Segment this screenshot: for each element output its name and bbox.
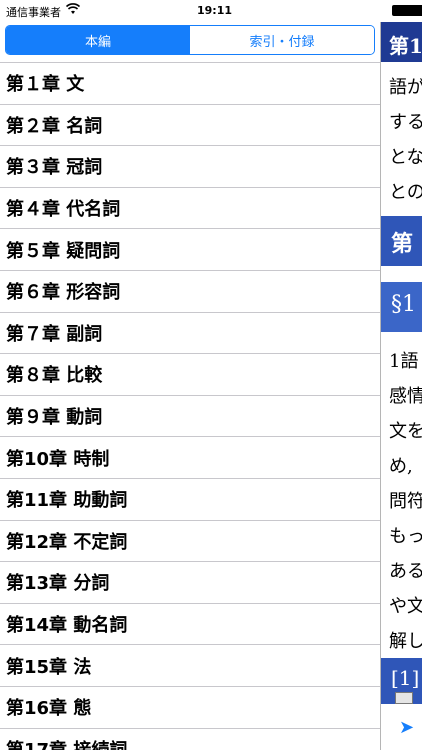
chapter-label: 第５章 疑問詞 bbox=[6, 240, 121, 262]
content-heading-2: 第 bbox=[381, 216, 422, 266]
chapter-row[interactable]: 第15章 法 bbox=[0, 644, 380, 686]
chapter-label: 第15章 法 bbox=[6, 656, 92, 678]
chapter-row[interactable]: 第４章 代名詞 bbox=[0, 186, 380, 229]
chapter-label: 第13章 分詞 bbox=[6, 573, 110, 595]
status-time: 19:11 bbox=[197, 4, 233, 17]
battery-icon bbox=[392, 5, 422, 16]
carrier-name: 通信事業者 bbox=[6, 6, 61, 19]
chapter-label: 第11章 助動詞 bbox=[6, 490, 128, 512]
content-pane: 第1 語が する とな との 第 §1 1語 感情 文を め, 問符 もっ ある… bbox=[381, 22, 422, 750]
chapter-label: 第８章 比較 bbox=[6, 365, 103, 387]
chapter-row[interactable]: 第３章 冠詞 bbox=[0, 145, 380, 187]
text-line: ある bbox=[389, 561, 422, 582]
content-paragraph-2: 1語 感情 文を め, 問符 もっ ある や文 解し bbox=[389, 344, 422, 659]
text-line: とな bbox=[389, 147, 422, 168]
text-line: との bbox=[389, 182, 422, 203]
chapter-row[interactable]: 第16章 態 bbox=[0, 685, 380, 728]
text-line: 解し bbox=[389, 631, 422, 652]
section-heading: §1 bbox=[381, 282, 422, 332]
tab-main[interactable]: 本編 bbox=[6, 26, 190, 54]
chapter-row[interactable]: 第５章 疑問詞 bbox=[0, 228, 380, 270]
text-line: 問符 bbox=[389, 491, 422, 512]
status-bar: 通信事業者 19:11 bbox=[0, 0, 422, 22]
chapter-row[interactable]: 第13章 分詞 bbox=[0, 561, 380, 603]
chapter-row[interactable]: 第８章 比較 bbox=[0, 353, 380, 395]
content-paragraph-1: 語が する とな との bbox=[389, 70, 422, 210]
chapter-row[interactable]: 第６章 形容詞 bbox=[0, 269, 380, 312]
chapter-row[interactable]: 第11章 助動詞 bbox=[0, 477, 380, 520]
tab-index-appendix[interactable]: 索引・付録 bbox=[190, 26, 374, 54]
forward-arrow-icon[interactable]: ➤ bbox=[399, 717, 414, 738]
chapter-row[interactable]: 第12章 不定詞 bbox=[0, 519, 380, 562]
chapter-label: 第２章 名詞 bbox=[6, 115, 103, 137]
chapter-row[interactable]: 第９章 動詞 bbox=[0, 394, 380, 437]
chapter-list: 第１章 文 第２章 名詞 第３章 冠詞 第４章 代名詞 第５章 疑問詞 第６章 … bbox=[0, 62, 380, 750]
chapter-label: 第17章 接続詞 bbox=[6, 736, 127, 750]
chapter-row[interactable]: 第10章 時制 bbox=[0, 436, 380, 478]
segmented-control: 本編 索引・付録 bbox=[5, 25, 375, 55]
chapter-label: 第３章 冠詞 bbox=[6, 157, 103, 179]
chapter-row[interactable]: 第７章 副詞 bbox=[0, 311, 380, 354]
book-icon[interactable] bbox=[395, 692, 413, 704]
chapter-row[interactable]: 第１章 文 bbox=[0, 62, 380, 104]
text-line: 1語 bbox=[389, 351, 419, 372]
chapter-label: 第６章 形容詞 bbox=[6, 282, 121, 304]
text-line: 感情 bbox=[389, 386, 422, 407]
text-line: する bbox=[389, 112, 422, 133]
text-line: め, bbox=[389, 456, 413, 477]
chapter-label: 第４章 代名詞 bbox=[6, 199, 121, 221]
text-line: や文 bbox=[389, 596, 422, 617]
chapter-label: 第14章 動名詞 bbox=[6, 615, 128, 637]
chapter-row[interactable]: 第14章 動名詞 bbox=[0, 602, 380, 645]
chapter-label: 第12章 不定詞 bbox=[6, 531, 128, 553]
wifi-icon bbox=[65, 3, 81, 18]
chapter-label: 第９章 動詞 bbox=[6, 407, 103, 429]
content-heading-1: 第1 bbox=[381, 22, 422, 62]
chapter-row[interactable]: 第17章 接続詞 bbox=[0, 727, 380, 750]
chapter-label: 第７章 副詞 bbox=[6, 323, 103, 345]
chapter-label: 第16章 態 bbox=[6, 698, 92, 720]
text-line: もっ bbox=[389, 526, 422, 547]
chapter-label: 第10章 時制 bbox=[6, 448, 110, 470]
text-line: 文を bbox=[389, 421, 422, 442]
text-line: 語が bbox=[389, 77, 422, 98]
chapter-label: 第１章 文 bbox=[6, 74, 85, 96]
chapter-panel: 本編 索引・付録 第１章 文 第２章 名詞 第３章 冠詞 第４章 代名詞 第５章… bbox=[0, 22, 380, 750]
chapter-row[interactable]: 第２章 名詞 bbox=[0, 103, 380, 146]
